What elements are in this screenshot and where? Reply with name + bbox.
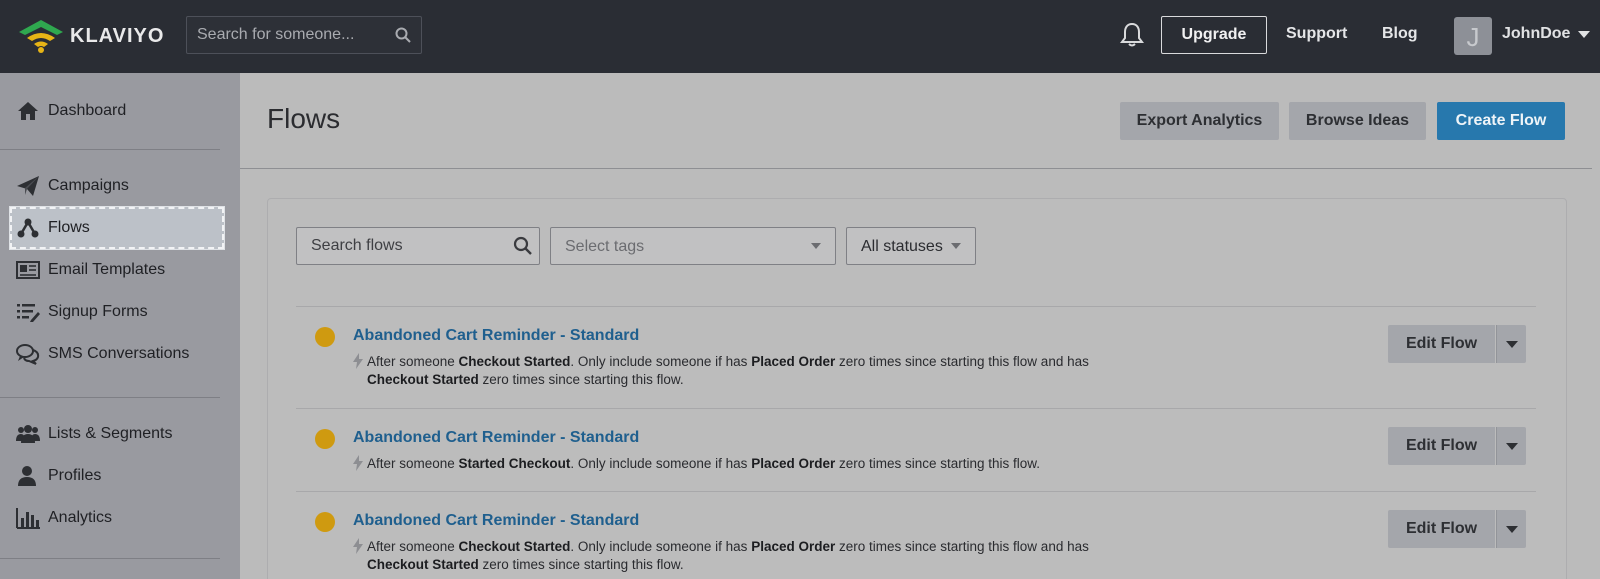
caret-down-icon <box>1506 443 1518 450</box>
flow-name-link[interactable]: Abandoned Cart Reminder - Standard <box>353 429 639 447</box>
sidebar-item-email-templates[interactable]: Email Templates <box>10 249 224 291</box>
global-search[interactable] <box>186 16 422 54</box>
sidebar-item-label: Profiles <box>48 467 102 484</box>
bell-icon[interactable] <box>1120 22 1144 48</box>
chat-bubbles-icon <box>16 344 40 365</box>
flow-description: After someone Checkout Started. Only inc… <box>367 354 1089 387</box>
flow-row: Abandoned Cart Reminder - Standard After… <box>296 492 1536 579</box>
status-select[interactable]: All statuses <box>846 227 976 265</box>
flow-description: After someone Checkout Started. Only inc… <box>367 539 1089 572</box>
main-content: Flows Export Analytics Browse Ideas Crea… <box>240 73 1600 579</box>
sidebar-item-label: Lists & Segments <box>48 425 173 442</box>
users-icon <box>16 425 40 443</box>
support-link[interactable]: Support <box>1286 25 1347 43</box>
status-dot <box>315 512 335 532</box>
sidebar-divider <box>0 558 220 559</box>
logo-text: KLAVIYO <box>70 24 165 47</box>
header-divider <box>240 168 1592 169</box>
sidebar-item-sms-conversations[interactable]: SMS Conversations <box>10 333 224 375</box>
paper-plane-icon <box>17 176 39 196</box>
search-icon[interactable] <box>395 27 411 43</box>
sidebar: Dashboard Campaigns Flows Email Template… <box>0 73 240 579</box>
status-dot <box>315 327 335 347</box>
flows-icon <box>17 218 39 238</box>
sidebar-item-label: Flows <box>48 219 90 236</box>
sidebar-item-flows[interactable]: Flows <box>9 206 225 250</box>
user-icon <box>18 466 36 486</box>
flow-description: After someone Started Checkout. Only inc… <box>367 456 1041 471</box>
upgrade-button[interactable]: Upgrade <box>1161 16 1267 54</box>
chevron-down-icon <box>811 243 821 249</box>
status-dot <box>315 429 335 449</box>
caret-down-icon <box>1506 526 1518 533</box>
lightning-icon <box>353 538 363 554</box>
edit-flow-group: Edit Flow <box>1388 427 1526 465</box>
sidebar-item-label: Analytics <box>48 509 113 526</box>
sidebar-item-signup-forms[interactable]: Signup Forms <box>10 291 224 333</box>
sidebar-item-dashboard[interactable]: Dashboard <box>10 90 224 132</box>
edit-flow-group: Edit Flow <box>1388 510 1526 548</box>
edit-flow-button[interactable]: Edit Flow <box>1388 325 1495 363</box>
tags-select[interactable]: Select tags <box>550 227 836 265</box>
sidebar-divider <box>0 149 220 150</box>
sidebar-item-label: Email Templates <box>48 261 166 278</box>
flows-card: Select tags All statuses Abandoned Cart … <box>267 198 1567 579</box>
top-navbar: KLAVIYO Upgrade Support Blog J JohnDoe <box>0 0 1600 73</box>
sidebar-item-campaigns[interactable]: Campaigns <box>10 165 224 207</box>
chevron-down-icon[interactable] <box>1578 31 1590 38</box>
wifi-logo-icon <box>19 20 63 53</box>
home-icon <box>18 102 38 120</box>
lightning-icon <box>353 455 363 471</box>
avatar[interactable]: J <box>1454 17 1492 55</box>
edit-flow-menu-toggle[interactable] <box>1496 427 1526 465</box>
list-edit-icon <box>17 304 40 322</box>
tags-select-placeholder: Select tags <box>565 238 645 255</box>
page-title: Flows <box>267 103 341 134</box>
sidebar-item-label: SMS Conversations <box>48 345 190 362</box>
sidebar-item-label: Dashboard <box>48 102 127 119</box>
chevron-down-icon <box>951 243 961 249</box>
edit-flow-button[interactable]: Edit Flow <box>1388 427 1495 465</box>
edit-flow-menu-toggle[interactable] <box>1496 510 1526 548</box>
sidebar-item-label: Signup Forms <box>48 303 148 320</box>
flow-name-link[interactable]: Abandoned Cart Reminder - Standard <box>353 512 639 530</box>
sidebar-item-lists-segments[interactable]: Lists & Segments <box>10 413 224 455</box>
sidebar-item-profiles[interactable]: Profiles <box>10 455 224 497</box>
edit-flow-menu-toggle[interactable] <box>1496 325 1526 363</box>
caret-down-icon <box>1506 341 1518 348</box>
edit-flow-group: Edit Flow <box>1388 325 1526 363</box>
edit-flow-button[interactable]: Edit Flow <box>1388 510 1495 548</box>
flow-search-input[interactable] <box>297 228 507 264</box>
browse-ideas-button[interactable]: Browse Ideas <box>1289 102 1426 140</box>
lightning-icon <box>353 353 363 369</box>
blog-link[interactable]: Blog <box>1382 25 1418 43</box>
sidebar-divider <box>0 397 220 398</box>
newspaper-icon <box>16 261 40 279</box>
status-select-value: All statuses <box>861 238 943 255</box>
flow-row: Abandoned Cart Reminder - Standard After… <box>296 409 1536 491</box>
flow-search[interactable] <box>296 227 540 265</box>
export-analytics-button[interactable]: Export Analytics <box>1120 102 1279 140</box>
username[interactable]: JohnDoe <box>1502 25 1570 43</box>
global-search-input[interactable] <box>187 17 387 53</box>
sidebar-item-label: Campaigns <box>48 177 129 194</box>
search-icon[interactable] <box>513 236 533 256</box>
flow-row: Abandoned Cart Reminder - Standard After… <box>296 307 1536 408</box>
klaviyo-logo[interactable]: KLAVIYO <box>16 18 166 54</box>
bar-chart-icon <box>16 508 40 529</box>
sidebar-item-analytics[interactable]: Analytics <box>10 497 224 539</box>
flow-name-link[interactable]: Abandoned Cart Reminder - Standard <box>353 327 639 345</box>
create-flow-button[interactable]: Create Flow <box>1437 102 1565 140</box>
